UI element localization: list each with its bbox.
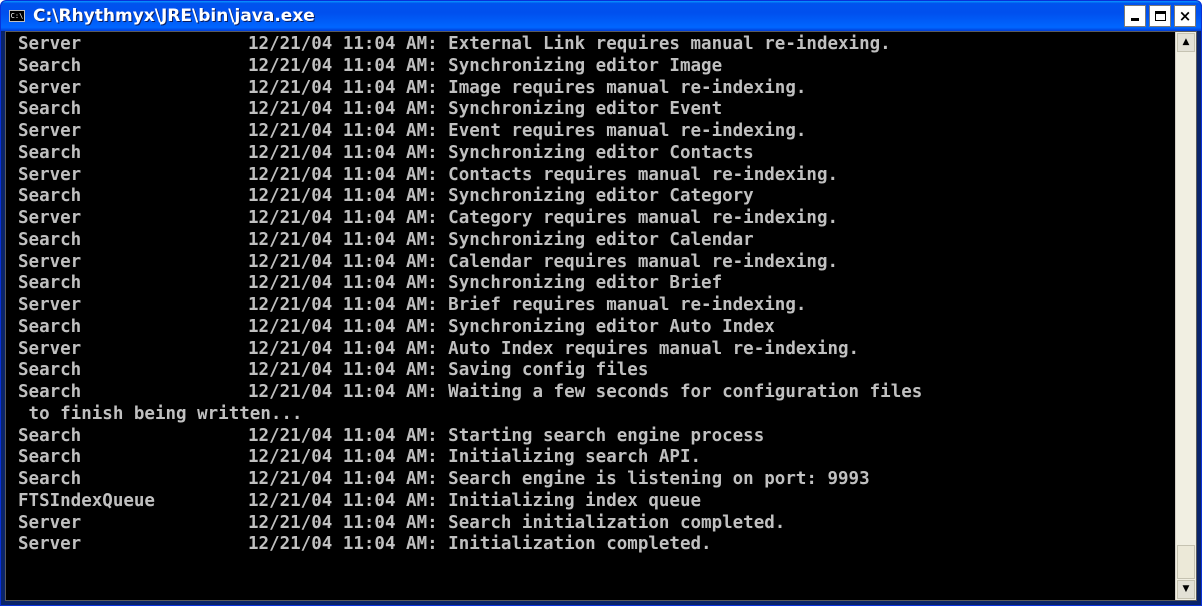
- log-message: 12/21/04 11:04 AM: Synchronizing editor …: [248, 99, 723, 120]
- window-controls: ×: [1124, 5, 1196, 27]
- log-source: FTSIndexQueue: [18, 490, 155, 511]
- console-line: Server 12/21/04 11:04 AM: Category requir…: [18, 208, 1175, 230]
- console-line: to finish being written...: [18, 404, 1175, 426]
- log-source: Search: [18, 447, 82, 468]
- log-message: 12/21/04 11:04 AM: Search initialization…: [248, 512, 786, 533]
- close-button[interactable]: ×: [1174, 5, 1196, 27]
- log-source: Search: [18, 316, 82, 337]
- log-message: 12/21/04 11:04 AM: Initialization comple…: [248, 534, 712, 555]
- log-message: 12/21/04 11:04 AM: Saving config files: [248, 360, 649, 381]
- scroll-up-button[interactable]: ▲: [1177, 33, 1195, 52]
- log-source: Search: [18, 99, 82, 120]
- console-line: Search 12/21/04 11:04 AM: Starting search…: [18, 426, 1175, 448]
- log-source: Search: [18, 382, 82, 402]
- console-line: Search 12/21/04 11:04 AM: Synchronizing e…: [18, 143, 1175, 165]
- log-source: Search: [18, 142, 82, 163]
- log-message: 12/21/04 11:04 AM: External Link require…: [248, 34, 891, 54]
- log-message: 12/21/04 11:04 AM: Synchronizing editor …: [248, 273, 723, 294]
- log-message: 12/21/04 11:04 AM: Synchronizing editor …: [248, 55, 723, 76]
- log-message: 12/21/04 11:04 AM: Starting search engin…: [248, 425, 765, 446]
- console-line: Server 12/21/04 11:04 AM: Auto Index requ…: [18, 339, 1175, 361]
- console-window: C:\ C:\Rhythmyx\JRE\bin\java.exe × Serve…: [0, 0, 1202, 606]
- console-line: Server 12/21/04 11:04 AM: Initialization …: [18, 534, 1175, 556]
- maximize-button[interactable]: [1149, 5, 1171, 27]
- log-source: Search: [18, 273, 82, 294]
- title-bar[interactable]: C:\ C:\Rhythmyx\JRE\bin\java.exe ×: [1, 1, 1201, 31]
- log-message: 12/21/04 11:04 AM: Initializing search A…: [248, 447, 702, 468]
- console-line: Search 12/21/04 11:04 AM: Synchronizing e…: [18, 273, 1175, 295]
- log-source: Server: [18, 77, 82, 98]
- window-title: C:\Rhythmyx\JRE\bin\java.exe: [33, 6, 315, 26]
- console-line: Search 12/21/04 11:04 AM: Saving config f…: [18, 360, 1175, 382]
- arrow-up-icon: ▲: [1182, 37, 1190, 47]
- console-line: Search 12/21/04 11:04 AM: Waiting a few s…: [18, 382, 1175, 404]
- console-line: Server 12/21/04 11:04 AM: Contacts requir…: [18, 165, 1175, 187]
- log-message: 12/21/04 11:04 AM: Event requires manual…: [248, 121, 807, 141]
- log-source: Search: [18, 186, 82, 207]
- console-line: Server 12/21/04 11:04 AM: Calendar requir…: [18, 252, 1175, 274]
- maximize-icon: [1154, 11, 1166, 21]
- minimize-icon: [1131, 18, 1139, 21]
- minimize-button[interactable]: [1124, 5, 1146, 27]
- arrow-down-icon: ▼: [1182, 584, 1190, 594]
- log-source: Server: [18, 208, 82, 228]
- close-icon: ×: [1178, 6, 1192, 25]
- console-line: Search 12/21/04 11:04 AM: Synchronizing e…: [18, 186, 1175, 208]
- log-source: Server: [18, 34, 82, 54]
- console-line: Server 12/21/04 11:04 AM: Event requires …: [18, 121, 1175, 143]
- log-message: 12/21/04 11:04 AM: Initializing index qu…: [248, 490, 702, 511]
- log-source: Search: [18, 360, 82, 381]
- console-area[interactable]: Server 12/21/04 11:04 AM: External Link r…: [5, 31, 1197, 601]
- log-message: 12/21/04 11:04 AM: Category requires man…: [248, 208, 839, 228]
- log-source: Server: [18, 338, 82, 359]
- console-line: Server 12/21/04 11:04 AM: External Link r…: [18, 34, 1175, 56]
- console-line: Server 12/21/04 11:04 AM: Image requires …: [18, 78, 1175, 100]
- log-message: 12/21/04 11:04 AM: Auto Index requires m…: [248, 338, 860, 359]
- console-line: FTSIndexQueue 12/21/04 11:04 AM: Initiali…: [18, 491, 1175, 513]
- log-message: 12/21/04 11:04 AM: Calendar requires man…: [248, 251, 839, 272]
- console-line: Search 12/21/04 11:04 AM: Synchronizing e…: [18, 317, 1175, 339]
- scroll-down-button[interactable]: ▼: [1177, 580, 1195, 599]
- log-source: Search: [18, 425, 82, 446]
- console-line: Search 12/21/04 11:04 AM: Initializing se…: [18, 447, 1175, 469]
- log-source: to finish being written...: [18, 403, 303, 424]
- log-message: 12/21/04 11:04 AM: Image requires manual…: [248, 77, 807, 98]
- scrollbar-thumb[interactable]: [1177, 545, 1195, 579]
- log-message: 12/21/04 11:04 AM: Contacts requires man…: [248, 164, 839, 185]
- vertical-scrollbar[interactable]: ▲ ▼: [1175, 32, 1196, 600]
- log-message: 12/21/04 11:04 AM: Synchronizing editor …: [248, 316, 775, 337]
- log-message: 12/21/04 11:04 AM: Synchronizing editor …: [248, 142, 754, 163]
- log-message: 12/21/04 11:04 AM: Waiting a few seconds…: [248, 382, 923, 402]
- log-message: 12/21/04 11:04 AM: Brief requires manual…: [248, 295, 807, 315]
- log-source: Server: [18, 295, 82, 315]
- log-source: Server: [18, 164, 82, 185]
- console-line: Server 12/21/04 11:04 AM: Brief requires …: [18, 295, 1175, 317]
- log-source: Server: [18, 121, 82, 141]
- log-source: Search: [18, 469, 82, 489]
- console-output[interactable]: Server 12/21/04 11:04 AM: External Link r…: [6, 32, 1175, 600]
- log-source: Server: [18, 251, 82, 272]
- console-line: Search 12/21/04 11:04 AM: Synchronizing e…: [18, 230, 1175, 252]
- console-line: Server 12/21/04 11:04 AM: Search initiali…: [18, 513, 1175, 535]
- log-source: Server: [18, 534, 82, 555]
- log-source: Search: [18, 55, 82, 76]
- log-source: Server: [18, 512, 82, 533]
- log-message: 12/21/04 11:04 AM: Search engine is list…: [248, 469, 870, 489]
- console-line: Search 12/21/04 11:04 AM: Synchronizing e…: [18, 99, 1175, 121]
- console-line: Search 12/21/04 11:04 AM: Search engine i…: [18, 469, 1175, 491]
- console-icon[interactable]: C:\: [9, 10, 25, 22]
- log-message: 12/21/04 11:04 AM: Synchronizing editor …: [248, 229, 754, 250]
- log-message: 12/21/04 11:04 AM: Synchronizing editor …: [248, 186, 754, 207]
- console-line: Search 12/21/04 11:04 AM: Synchronizing e…: [18, 56, 1175, 78]
- log-source: Search: [18, 229, 82, 250]
